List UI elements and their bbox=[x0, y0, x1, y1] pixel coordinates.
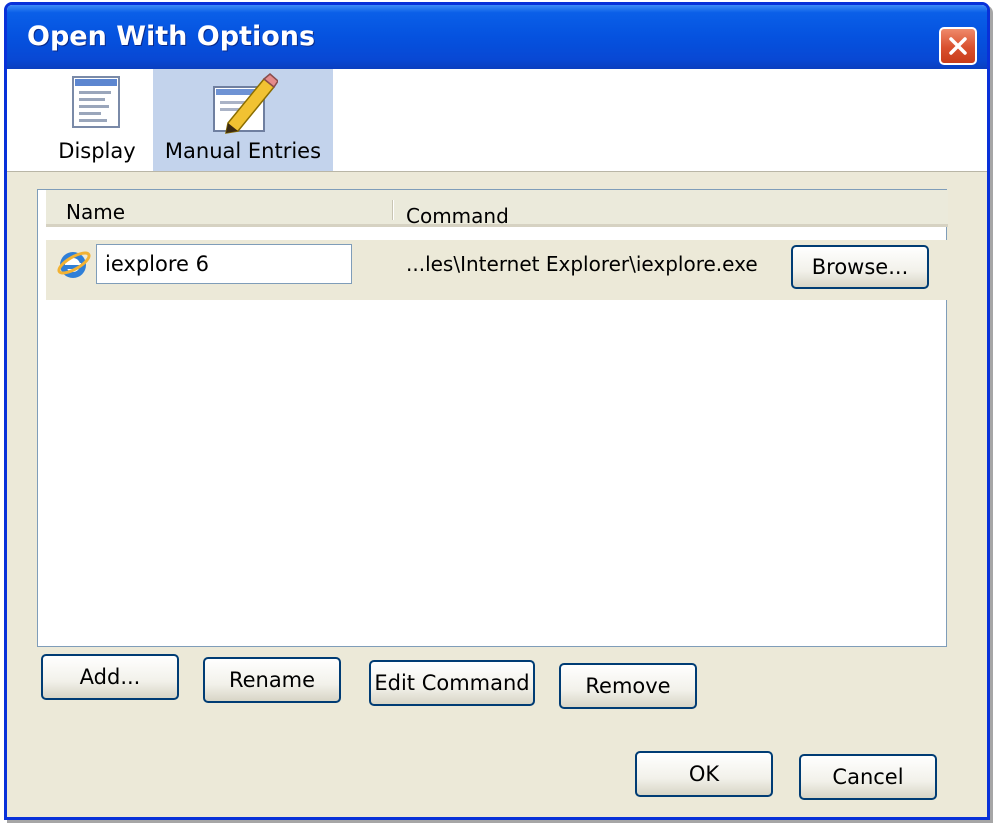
tab-display[interactable]: Display bbox=[47, 69, 147, 171]
column-divider[interactable] bbox=[392, 200, 393, 220]
tab-manual-entries-label: Manual Entries bbox=[164, 139, 322, 163]
add-button[interactable]: Add... bbox=[41, 654, 179, 700]
close-icon bbox=[949, 37, 967, 55]
cancel-button[interactable]: Cancel bbox=[799, 754, 937, 800]
tab-display-label: Display bbox=[58, 139, 136, 163]
entries-list[interactable]: Name Command ...les\Internet Explorer\ie… bbox=[37, 189, 948, 647]
options-toolbar: Display Manual Entries bbox=[7, 69, 987, 172]
ok-button[interactable]: OK bbox=[635, 751, 773, 797]
browse-button[interactable]: Browse... bbox=[791, 245, 929, 289]
dialog-window: Open With Options Display Manual Entries… bbox=[4, 2, 990, 820]
rename-button[interactable]: Rename bbox=[203, 657, 341, 703]
edit-command-button[interactable]: Edit Command bbox=[369, 660, 535, 706]
tab-manual-entries[interactable]: Manual Entries bbox=[153, 69, 333, 171]
list-item[interactable]: ...les\Internet Explorer\iexplore.exe Br… bbox=[46, 240, 948, 300]
pencil-edit-icon bbox=[213, 73, 278, 134]
entry-name-input[interactable] bbox=[96, 244, 352, 284]
internet-explorer-icon bbox=[57, 251, 91, 278]
remove-button[interactable]: Remove bbox=[559, 663, 697, 709]
entry-command-text: ...les\Internet Explorer\iexplore.exe bbox=[406, 252, 758, 276]
display-page-icon bbox=[72, 76, 120, 128]
list-header: Name Command bbox=[46, 190, 948, 228]
close-button[interactable] bbox=[939, 27, 977, 65]
title-bar[interactable]: Open With Options bbox=[7, 5, 987, 69]
column-header-command[interactable]: Command bbox=[406, 204, 509, 228]
window-title: Open With Options bbox=[27, 21, 316, 52]
column-header-name[interactable]: Name bbox=[66, 200, 125, 224]
